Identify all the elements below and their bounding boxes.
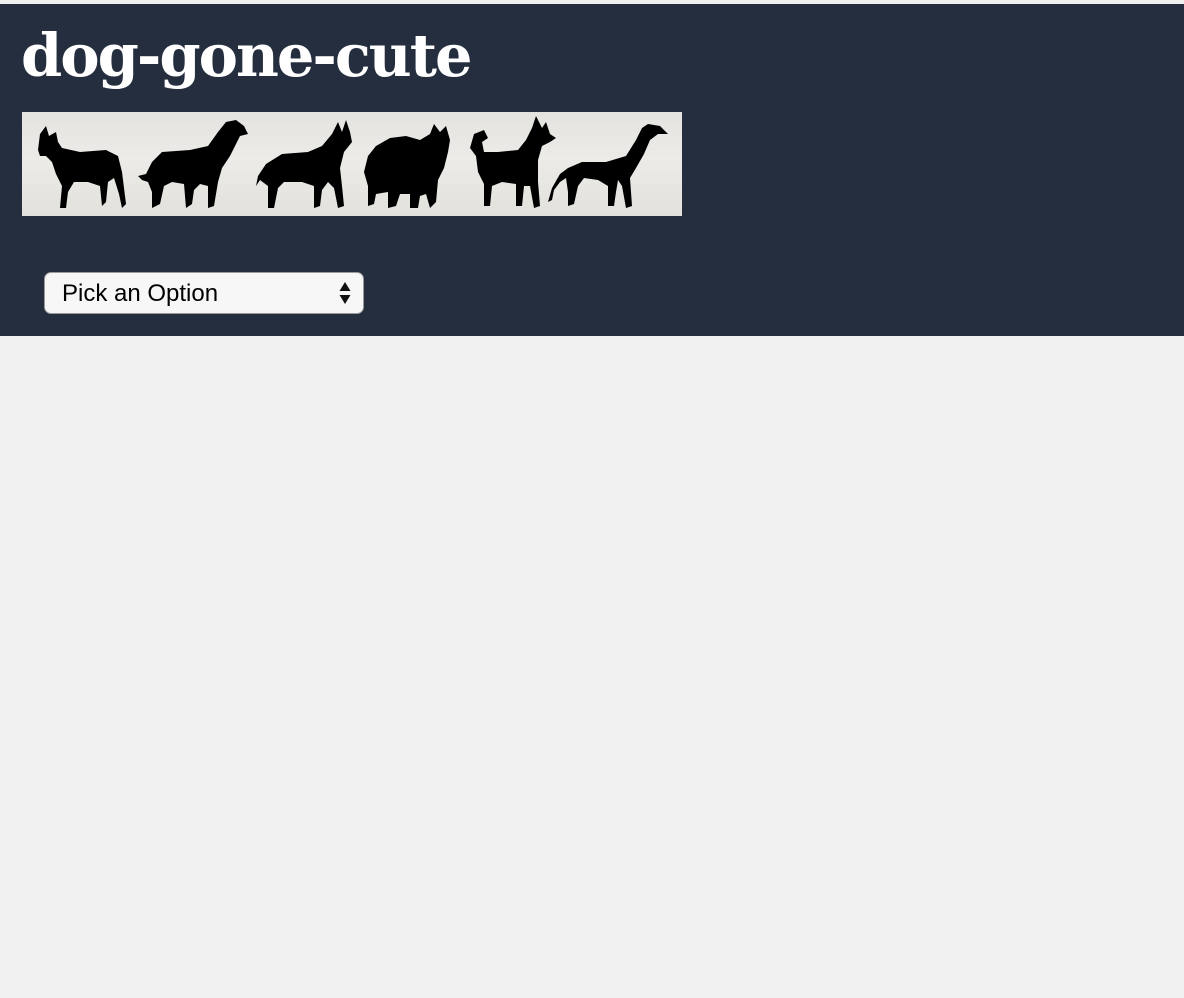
breed-select-value: Pick an Option [62,280,219,307]
dog-silhouette-icon [548,124,668,208]
breed-select[interactable]: Pick an Option [44,272,364,314]
updown-arrows-icon [339,282,351,304]
site-header: dog-gone-cute Pick an Option [0,4,1184,336]
dog-silhouette-icon [256,120,352,208]
dog-silhouette-icon [364,124,450,208]
dog-breeds-banner [22,112,682,216]
dog-silhouette-icon [38,126,126,208]
dog-silhouette-icon [138,120,248,208]
site-title: dog-gone-cute [21,21,472,90]
dog-silhouette-icon [470,116,556,208]
